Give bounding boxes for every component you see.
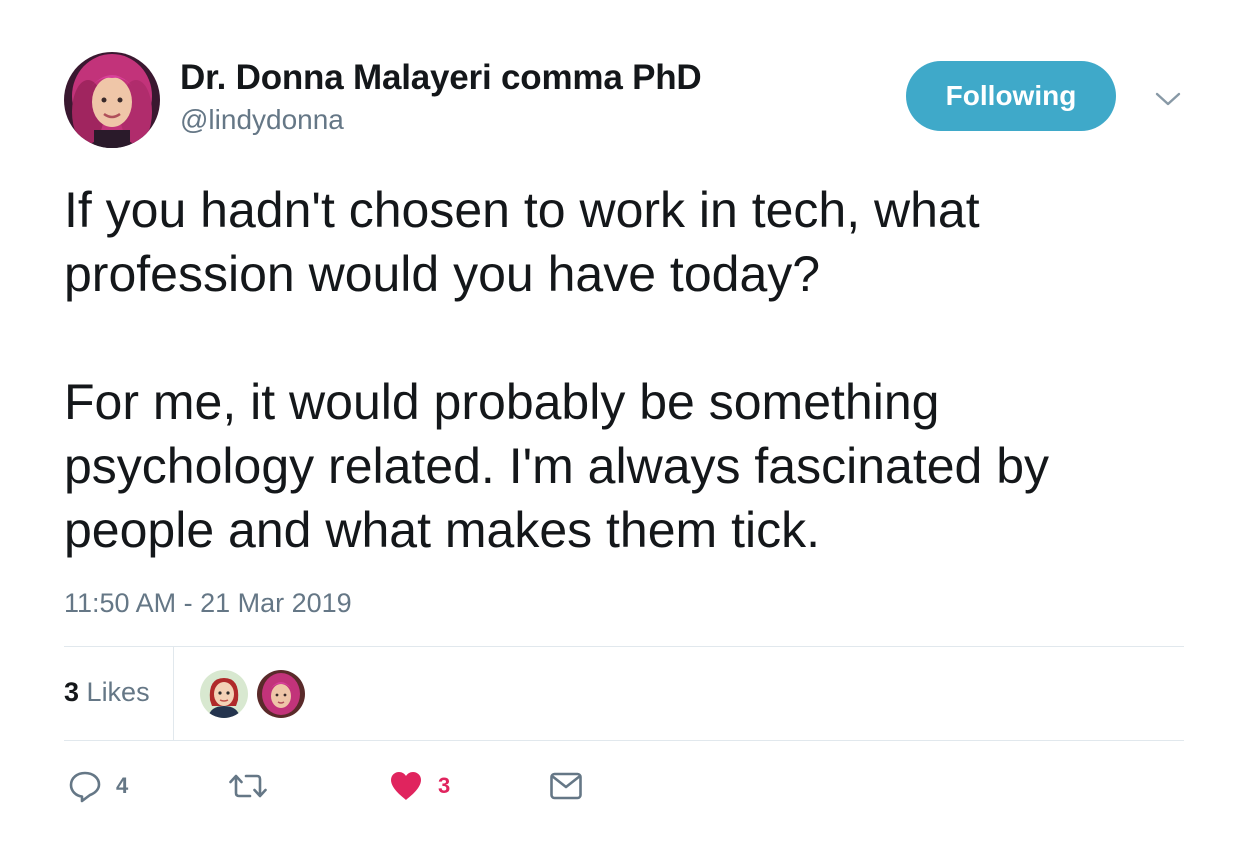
retweet-icon (229, 774, 267, 798)
reply-count: 4 (116, 773, 129, 798)
direct-message-button[interactable] (549, 766, 583, 806)
envelope-icon (550, 772, 582, 800)
likes-stat[interactable]: 3 Likes (64, 677, 150, 708)
liker-avatar[interactable] (200, 670, 248, 718)
heart-icon (391, 772, 421, 800)
retweet-button[interactable] (228, 766, 282, 806)
likes-count: 3 (64, 677, 80, 707)
tweet-paragraph: If you hadn't chosen to work in tech, wh… (64, 182, 980, 302)
like-count: 3 (438, 773, 451, 798)
divider (64, 740, 1184, 741)
reply-icon (69, 771, 101, 803)
chevron-down-icon (1155, 92, 1181, 106)
tweet-text: If you hadn't chosen to work in tech, wh… (64, 178, 1194, 562)
like-button[interactable]: 3 (388, 766, 450, 806)
author-handle[interactable]: @lindydonna (180, 104, 344, 136)
tweet-card: Dr. Donna Malayeri comma PhD @lindydonna… (0, 0, 1256, 846)
divider (64, 646, 1184, 647)
tweet-timestamp[interactable]: 11:50 AM - 21 Mar 2019 (64, 588, 352, 619)
author-name[interactable]: Dr. Donna Malayeri comma PhD (180, 58, 702, 98)
more-options-button[interactable] (1150, 84, 1186, 114)
liker-avatar[interactable] (257, 670, 305, 718)
divider (173, 647, 174, 740)
author-avatar[interactable] (64, 52, 160, 148)
following-button[interactable]: Following (906, 61, 1116, 131)
tweet-paragraph: For me, it would probably be something p… (64, 374, 1050, 558)
reply-button[interactable]: 4 (68, 766, 128, 806)
likes-label: Likes (86, 677, 150, 707)
